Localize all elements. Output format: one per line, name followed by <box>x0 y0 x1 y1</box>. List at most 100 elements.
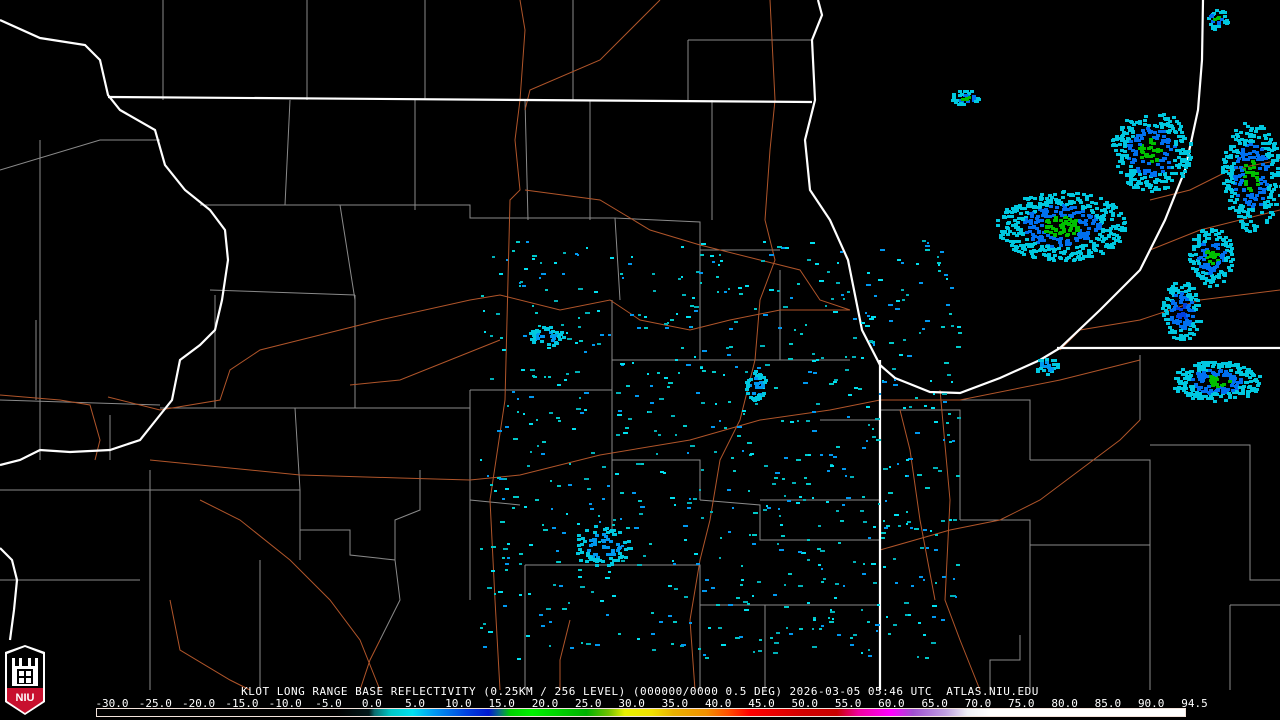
echo-pixel <box>683 425 687 427</box>
echo-pixel <box>1021 247 1025 250</box>
echo-pixel <box>585 529 589 532</box>
echo-pixel <box>941 619 945 621</box>
echo-pixel <box>1203 282 1207 285</box>
echo-pixel <box>578 569 582 571</box>
echo-pixel <box>576 408 581 410</box>
echo-pixel <box>1087 227 1091 230</box>
echo-pixel <box>1197 375 1201 378</box>
echo-pixel <box>754 377 758 380</box>
echo-pixel <box>1047 253 1051 256</box>
echo-pixel <box>1267 188 1271 191</box>
echo-pixel <box>1252 166 1256 169</box>
echo-pixel <box>850 476 854 478</box>
echo-pixel <box>1200 395 1204 398</box>
echo-pixel <box>1123 229 1127 232</box>
echo-pixel <box>1225 365 1229 368</box>
echo-pixel <box>1173 159 1177 162</box>
echo-pixel <box>1192 248 1196 251</box>
echo-pixel <box>759 639 762 641</box>
echo-pixel <box>1241 148 1245 151</box>
echo-pixel <box>545 289 548 291</box>
echo-pixel <box>572 428 576 430</box>
echo-pixel <box>586 552 590 555</box>
echo-pixel <box>698 648 701 650</box>
echo-pixel <box>1166 117 1170 120</box>
echo-pixel <box>1203 234 1207 237</box>
echo-pixel <box>1051 257 1055 260</box>
echo-pixel <box>953 578 955 580</box>
echo-pixel <box>1227 172 1231 175</box>
echo-pixel <box>889 466 891 468</box>
echo-pixel <box>699 272 703 274</box>
echo-pixel <box>1172 116 1176 119</box>
echo-pixel <box>566 513 568 515</box>
echo-pixel <box>1229 250 1233 253</box>
echo-pixel <box>1251 171 1255 174</box>
echo-pixel <box>1259 203 1263 206</box>
echo-pixel <box>687 502 692 504</box>
echo-pixel <box>1048 215 1052 218</box>
echo-pixel <box>610 563 614 566</box>
echo-pixel <box>1149 138 1153 141</box>
echo-pixel <box>1040 236 1044 239</box>
echo-pixel <box>1197 234 1201 237</box>
echo-pixel <box>816 359 819 361</box>
echo-pixel <box>950 287 954 289</box>
echo-pixel <box>807 559 810 561</box>
echo-pixel <box>606 531 610 534</box>
echo-pixel <box>739 636 743 638</box>
echo-pixel <box>674 504 676 506</box>
echo-pixel <box>687 452 689 454</box>
echo-pixel <box>1161 170 1165 173</box>
echo-pixel <box>1181 148 1185 151</box>
echo-pixel <box>578 326 581 328</box>
echo-pixel <box>833 311 838 313</box>
echo-pixel <box>644 327 648 329</box>
echo-pixel <box>1010 215 1014 218</box>
echo-pixel <box>1038 359 1042 362</box>
echo-pixel <box>946 304 950 306</box>
echo-pixel <box>702 590 707 592</box>
echo-pixel <box>1256 183 1260 186</box>
echo-pixel <box>1162 113 1166 116</box>
echo-pixel <box>664 323 668 325</box>
echo-pixel <box>840 520 844 522</box>
echo-pixel <box>812 646 817 648</box>
echo-pixel <box>1224 241 1228 244</box>
echo-pixel <box>1208 260 1212 263</box>
echo-pixel <box>944 274 948 276</box>
highway <box>879 419 1141 551</box>
echo-pixel <box>919 282 923 284</box>
echo-pixel <box>854 387 858 389</box>
echo-pixel <box>519 553 523 555</box>
echo-pixel <box>843 585 845 587</box>
echo-pixel <box>1237 139 1241 142</box>
echo-pixel <box>670 497 675 499</box>
echo-pixel <box>1180 286 1184 289</box>
echo-pixel <box>790 421 794 423</box>
echo-pixel <box>1203 254 1207 257</box>
echo-pixel <box>524 506 527 508</box>
echo-pixel <box>957 326 961 328</box>
echo-pixel <box>605 577 610 579</box>
echo-pixel <box>1074 219 1078 222</box>
echo-pixel <box>741 565 743 567</box>
echo-pixel <box>1201 275 1205 278</box>
echo-pixel <box>629 547 633 550</box>
echo-pixel <box>1229 260 1233 263</box>
echo-pixel <box>1138 147 1142 150</box>
echo-pixel <box>700 367 703 369</box>
echo-pixel <box>609 540 613 543</box>
echo-pixel <box>1191 267 1195 270</box>
radar-map[interactable] <box>0 0 1280 720</box>
echo-pixel <box>1210 230 1214 233</box>
echo-pixel <box>1231 181 1235 184</box>
echo-pixel <box>602 533 606 536</box>
echo-pixel <box>938 270 941 272</box>
echo-pixel <box>950 595 953 597</box>
echo-pixel <box>554 262 557 264</box>
echo-pixel <box>723 374 725 376</box>
echo-pixel <box>1166 145 1170 148</box>
echo-pixel <box>1057 247 1061 250</box>
echo-pixel <box>1045 197 1049 200</box>
